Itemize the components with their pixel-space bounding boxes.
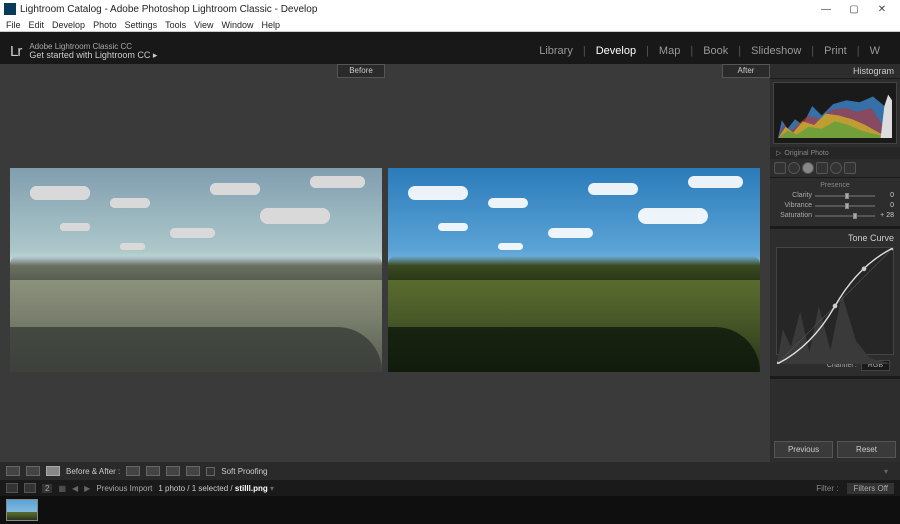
after-preview[interactable] — [388, 168, 760, 372]
app-header: Lr Adobe Lightroom Classic CC Get starte… — [0, 38, 900, 64]
soft-proof-checkbox[interactable] — [206, 467, 215, 476]
spot-tool-icon[interactable] — [788, 162, 800, 174]
module-develop[interactable]: Develop — [586, 45, 646, 57]
develop-panel: Histogram ▷ Original Photo Presence — [770, 64, 900, 462]
menu-settings[interactable]: Settings — [121, 20, 162, 30]
disclosure-icon: ▷ — [776, 149, 781, 157]
loupe-view-icon[interactable] — [6, 466, 20, 476]
ba-yy-view-icon[interactable] — [46, 466, 60, 476]
grid-icon[interactable] — [24, 483, 36, 493]
reset-button[interactable]: Reset — [837, 441, 896, 458]
selection-status: 1 photo / 1 selected / — [158, 484, 232, 493]
filmstrip-header: 2 ▦ ◀ ▶ Previous Import 1 photo / 1 sele… — [0, 480, 900, 496]
ba-label: Before & After : — [66, 467, 120, 476]
module-print[interactable]: Print — [814, 45, 857, 57]
module-book[interactable]: Book — [693, 45, 738, 57]
gradient-tool-icon[interactable] — [816, 162, 828, 174]
ba-lr-icon[interactable] — [126, 466, 140, 476]
menu-view[interactable]: View — [190, 20, 217, 30]
saturation-slider[interactable]: Saturation + 28 — [776, 212, 894, 219]
module-map[interactable]: Map — [649, 45, 690, 57]
clarity-slider[interactable]: Clarity 0 — [776, 192, 894, 199]
filter-select[interactable]: Filters Off — [847, 483, 894, 494]
toolbar-menu-icon[interactable]: ▾ — [878, 467, 894, 476]
filter-label: Filter : — [816, 484, 838, 493]
presence-section: Presence Clarity 0 Vibrance 0 Saturation… — [770, 178, 900, 226]
menu-photo[interactable]: Photo — [89, 20, 121, 30]
histogram[interactable] — [773, 82, 897, 144]
after-label: After — [722, 64, 770, 78]
ba-tb-icon[interactable] — [146, 466, 160, 476]
tool-strip — [770, 159, 900, 178]
menu-bar: File Edit Develop Photo Settings Tools V… — [0, 18, 900, 32]
window-title: Lightroom Catalog - Adobe Photoshop Ligh… — [20, 4, 317, 15]
menu-edit[interactable]: Edit — [25, 20, 49, 30]
menu-develop[interactable]: Develop — [48, 20, 89, 30]
preview-viewer: Before After — [0, 64, 770, 462]
header-subtitle[interactable]: Get started with Lightroom CC ▸ — [29, 51, 157, 60]
radial-tool-icon[interactable] — [830, 162, 842, 174]
tone-curve-graph[interactable] — [776, 247, 894, 355]
count-badge: 2 — [42, 484, 52, 493]
ba-split-icon[interactable] — [166, 466, 180, 476]
module-web[interactable]: W — [860, 45, 890, 57]
before-label: Before — [337, 64, 385, 78]
grid-nav-icon[interactable]: ▦ — [58, 484, 66, 493]
presence-label: Presence — [776, 182, 894, 189]
menu-tools[interactable]: Tools — [161, 20, 190, 30]
soft-proof-label: Soft Proofing — [221, 467, 267, 476]
window-title-bar: Lightroom Catalog - Adobe Photoshop Ligh… — [0, 0, 900, 18]
next-photo-icon[interactable]: ▶ — [84, 484, 90, 493]
minimize-button[interactable]: — — [812, 4, 840, 15]
close-button[interactable]: ✕ — [868, 4, 896, 15]
before-preview[interactable] — [10, 168, 382, 372]
app-icon — [4, 3, 16, 15]
collection-name[interactable]: Previous Import — [96, 484, 152, 493]
brush-tool-icon[interactable] — [844, 162, 856, 174]
module-picker: Library| Develop| Map| Book| Slideshow| … — [529, 45, 890, 57]
path-dropdown-icon[interactable]: ▾ — [270, 484, 274, 493]
maximize-button[interactable]: ▢ — [840, 4, 868, 15]
second-monitor-icon[interactable] — [6, 483, 18, 493]
module-library[interactable]: Library — [529, 45, 583, 57]
menu-help[interactable]: Help — [258, 20, 285, 30]
histogram-header[interactable]: Histogram — [770, 64, 900, 79]
filename: stilll.png — [235, 484, 268, 493]
thumbnail[interactable] — [6, 499, 38, 521]
filmstrip[interactable] — [0, 496, 900, 524]
crop-tool-icon[interactable] — [774, 162, 786, 174]
previous-button[interactable]: Previous — [774, 441, 833, 458]
menu-file[interactable]: File — [2, 20, 25, 30]
tone-curve-header[interactable]: Tone Curve — [776, 231, 894, 245]
vibrance-slider[interactable]: Vibrance 0 — [776, 202, 894, 209]
prev-photo-icon[interactable]: ◀ — [72, 484, 78, 493]
tone-curve-section: Tone Curve Channel : RGB — [770, 229, 900, 376]
menu-window[interactable]: Window — [218, 20, 258, 30]
view-toolbar: Before & After : Soft Proofing ▾ — [0, 462, 900, 480]
module-slideshow[interactable]: Slideshow — [741, 45, 811, 57]
ba-view-icon[interactable] — [26, 466, 40, 476]
ba-swap-icon[interactable] — [186, 466, 200, 476]
original-photo-row[interactable]: ▷ Original Photo — [770, 147, 900, 159]
redeye-tool-icon[interactable] — [802, 162, 814, 174]
lr-logo: Lr — [10, 43, 21, 60]
